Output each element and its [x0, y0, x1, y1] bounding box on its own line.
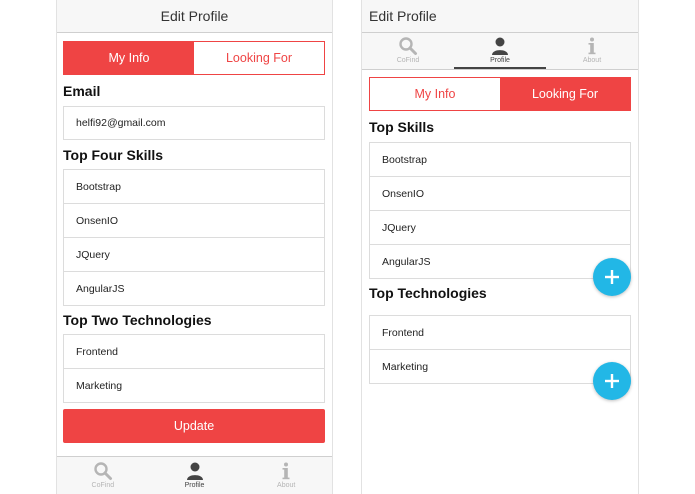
skills-heading: Top Skills — [369, 119, 435, 135]
plus-icon — [605, 374, 619, 388]
technologies-list: Frontend Marketing — [369, 315, 631, 384]
page-title: Edit Profile — [160, 8, 229, 24]
segment-my-info[interactable]: My Info — [64, 42, 194, 74]
tab-profile[interactable]: Profile — [149, 457, 241, 494]
update-button[interactable]: Update — [63, 409, 325, 443]
person-icon — [186, 462, 203, 480]
tab-label: About — [277, 482, 296, 489]
skill-item[interactable]: OnsenIO — [370, 177, 630, 211]
tab-cofind[interactable]: CoFind — [362, 33, 454, 69]
skills-list: Bootstrap OnsenIO JQuery AngularJS — [369, 142, 631, 279]
technology-item[interactable]: Marketing — [370, 350, 630, 384]
add-skill-button[interactable] — [593, 258, 631, 296]
skill-item[interactable]: AngularJS — [370, 245, 630, 279]
nav-bar: Edit Profile — [362, 0, 638, 33]
person-icon — [492, 37, 508, 55]
technology-item[interactable]: Marketing — [64, 369, 324, 403]
skill-item[interactable]: Bootstrap — [370, 143, 630, 177]
technology-item[interactable]: Frontend — [370, 316, 630, 350]
skill-item[interactable]: JQuery — [64, 238, 324, 272]
skill-item[interactable]: OnsenIO — [64, 204, 324, 238]
info-icon — [282, 462, 290, 480]
technologies-heading: Top Two Technologies — [63, 312, 212, 328]
skills-heading: Top Four Skills — [63, 147, 164, 163]
tab-label: Profile — [490, 57, 510, 64]
segment-looking-for[interactable]: Looking For — [500, 78, 630, 110]
bottom-tab-bar: CoFind Profile About — [57, 456, 332, 494]
segment-looking-for[interactable]: Looking For — [194, 42, 324, 74]
tab-label: CoFind — [396, 57, 420, 64]
email-heading: Email — [63, 83, 101, 99]
nav-bar: Edit Profile — [57, 0, 332, 33]
page-title: Edit Profile — [369, 8, 437, 24]
technologies-list: Frontend Marketing — [63, 334, 325, 403]
edit-profile-my-info-screen: Edit Profile My Info Looking For Email h… — [56, 0, 333, 494]
plus-icon — [605, 270, 619, 284]
skill-item[interactable]: Bootstrap — [64, 170, 324, 204]
tab-about[interactable]: About — [240, 457, 332, 494]
add-technology-button[interactable] — [593, 362, 631, 400]
skill-item[interactable]: AngularJS — [64, 272, 324, 306]
skill-item[interactable]: JQuery — [370, 211, 630, 245]
tab-profile[interactable]: Profile — [454, 33, 546, 69]
segment-control: My Info Looking For — [369, 77, 631, 111]
email-field[interactable]: helfi92@gmail.com — [63, 106, 325, 140]
top-tab-bar: CoFind Profile About — [362, 33, 638, 70]
tab-label: Profile — [184, 482, 205, 489]
search-icon — [94, 462, 112, 480]
tab-label: About — [582, 57, 602, 64]
technologies-heading: Top Technologies — [369, 285, 487, 301]
segment-my-info[interactable]: My Info — [370, 78, 500, 110]
skills-list: Bootstrap OnsenIO JQuery AngularJS — [63, 169, 325, 306]
info-icon — [588, 37, 596, 55]
tab-label: CoFind — [91, 482, 115, 489]
edit-profile-looking-for-screen: Edit Profile CoFind Profile About My Inf… — [361, 0, 639, 494]
tab-about[interactable]: About — [546, 33, 638, 69]
technology-item[interactable]: Frontend — [64, 335, 324, 369]
search-icon — [399, 37, 417, 55]
segment-control: My Info Looking For — [63, 41, 325, 75]
tab-cofind[interactable]: CoFind — [57, 457, 149, 494]
